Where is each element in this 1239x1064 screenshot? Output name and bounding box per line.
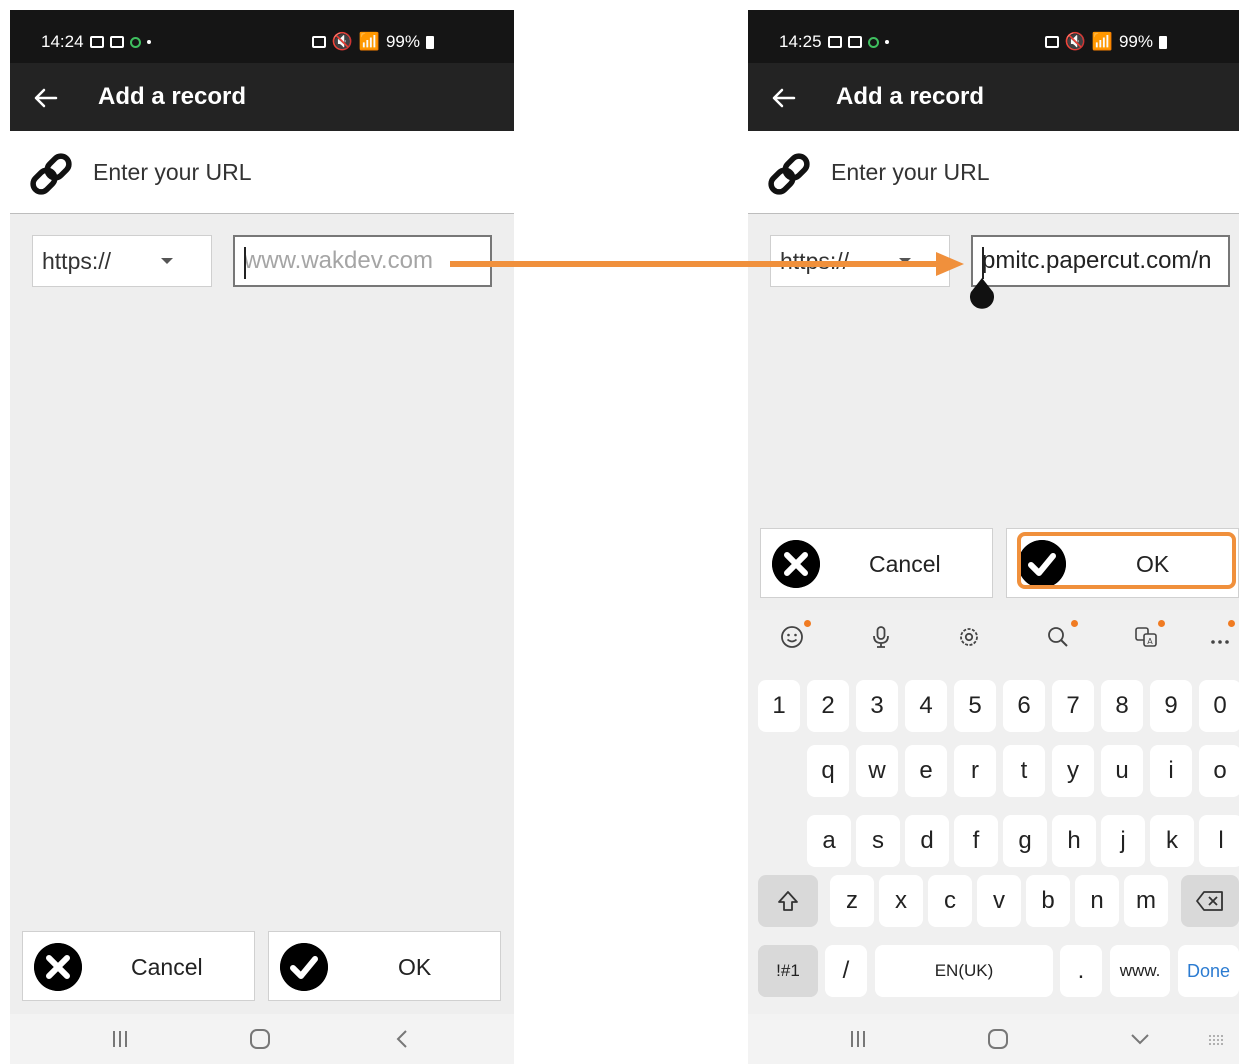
annotation-arrow xyxy=(450,252,964,276)
